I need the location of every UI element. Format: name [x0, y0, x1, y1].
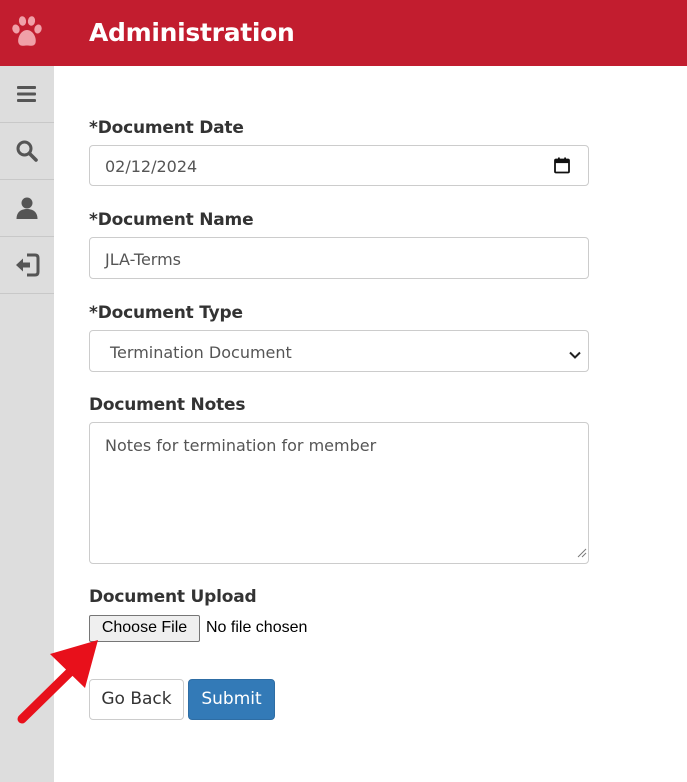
- header-bar: Administration: [0, 0, 687, 66]
- paw-icon[interactable]: [10, 12, 44, 50]
- sidebar-item-logout[interactable]: [0, 237, 54, 294]
- page-title: Administration: [89, 18, 295, 47]
- document-date-label: *Document Date: [89, 118, 244, 138]
- document-notes-textarea[interactable]: Notes for termination for member: [89, 422, 589, 564]
- logout-icon: [14, 253, 40, 277]
- document-name-label: *Document Name: [89, 210, 254, 230]
- sidebar-item-search[interactable]: [0, 123, 54, 180]
- calendar-icon[interactable]: [554, 157, 570, 178]
- document-notes-label: Document Notes: [89, 395, 246, 415]
- document-type-label: *Document Type: [89, 303, 243, 323]
- sidebar-item-user[interactable]: [0, 180, 54, 237]
- file-status-text: No file chosen: [206, 619, 308, 636]
- user-icon: [15, 196, 39, 220]
- document-type-select[interactable]: Termination Document: [89, 330, 589, 372]
- sidebar-item-menu[interactable]: [0, 66, 54, 123]
- menu-icon: [16, 84, 38, 104]
- search-icon: [15, 139, 39, 163]
- resize-handle-icon[interactable]: [576, 543, 587, 562]
- submit-button[interactable]: Submit: [188, 679, 275, 720]
- document-upload-label: Document Upload: [89, 587, 257, 607]
- document-type-selected: Termination Document: [110, 343, 292, 362]
- chevron-down-icon: [568, 345, 582, 364]
- red-arrow-icon: [10, 630, 110, 735]
- document-notes-value: Notes for termination for member: [105, 436, 377, 455]
- document-name-input[interactable]: JLA-Terms: [89, 237, 589, 279]
- document-name-value: JLA-Terms: [105, 250, 182, 269]
- document-date-input[interactable]: 02/12/2024: [89, 145, 589, 186]
- document-date-value: 02/12/2024: [105, 157, 198, 176]
